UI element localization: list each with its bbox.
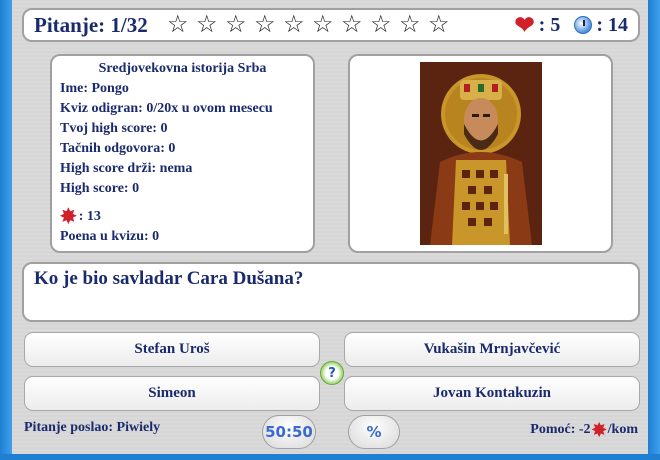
top-bar: Pitanje: 1/32 ☆ ☆ ☆ ☆ ☆ ☆ ☆ ☆ ☆ ☆ ❤ : 5 … xyxy=(22,8,640,42)
help-cost-prefix: Pomoć: -2 xyxy=(530,422,591,437)
star-icon: ☆ xyxy=(195,12,218,38)
star-icon: ☆ xyxy=(340,12,363,38)
stats: ❤ : 5 : 14 xyxy=(515,11,628,40)
question-counter: Pitanje: 1/32 xyxy=(34,12,148,37)
fifty-fifty-button[interactable]: 50:50 xyxy=(262,415,316,449)
burst-icon: ✸ xyxy=(60,206,77,228)
star-icon: ☆ xyxy=(398,12,421,38)
star-icon: ☆ xyxy=(166,12,189,38)
icon-portrait-image xyxy=(420,62,542,245)
answer-button-3[interactable]: Simeon xyxy=(24,376,320,411)
quiz-points: Poena u kvizu: 0 xyxy=(60,229,160,244)
times-played: Kviz odigran: 0/20x u ovom mesecu xyxy=(60,101,273,116)
quiz-info-panel: Sredjovekovna istorija Srba Ime: Pongo K… xyxy=(50,54,315,253)
star-icon: ☆ xyxy=(282,12,305,38)
help-cost: Pomoć: -2 ✸ /kom xyxy=(530,420,638,440)
answer-button-1[interactable]: Stefan Uroš xyxy=(24,332,320,367)
frame-left xyxy=(0,0,12,460)
burst-icon: ✸ xyxy=(591,420,607,440)
star-rating: ☆ ☆ ☆ ☆ ☆ ☆ ☆ ☆ ☆ ☆ xyxy=(164,13,453,37)
your-high-score: Tvoj high score: 0 xyxy=(60,121,168,136)
answer-button-2[interactable]: Vukašin Mrnjavčević xyxy=(344,332,640,367)
star-icon: ☆ xyxy=(427,12,450,38)
frame-right xyxy=(648,0,660,460)
lives-count: : 5 xyxy=(538,13,561,36)
help-count-line: ✸ : 13 xyxy=(60,207,305,227)
answer-button-4[interactable]: Jovan Kontakuzin xyxy=(344,376,640,411)
high-score-holder: High score drži: nema xyxy=(60,161,193,176)
clock-icon xyxy=(574,16,593,34)
heart-icon: ❤ xyxy=(514,12,535,39)
quiz-title: Sredjovekovna istorija Srba xyxy=(98,61,267,76)
percent-button[interactable]: % xyxy=(348,415,400,449)
star-icon: ☆ xyxy=(224,12,247,38)
star-icon: ☆ xyxy=(311,12,334,38)
help-cost-suffix: /kom xyxy=(607,422,638,437)
question-sent-by: Pitanje poslao: Piwiely xyxy=(24,420,161,435)
question-text: Ko je bio savladar Cara Dušana? xyxy=(22,262,640,322)
question-image-panel xyxy=(348,54,613,253)
star-icon: ☆ xyxy=(253,12,276,38)
star-icon: ☆ xyxy=(369,12,392,38)
player-name: Ime: Pongo xyxy=(60,81,129,96)
timer-count: : 14 xyxy=(596,13,628,36)
frame-bottom xyxy=(0,454,660,460)
help-count: : 13 xyxy=(78,209,101,224)
question-bubble-icon[interactable]: ? xyxy=(320,361,344,385)
high-score: High score: 0 xyxy=(60,181,140,196)
correct-answers: Tačnih odgovora: 0 xyxy=(60,141,176,156)
